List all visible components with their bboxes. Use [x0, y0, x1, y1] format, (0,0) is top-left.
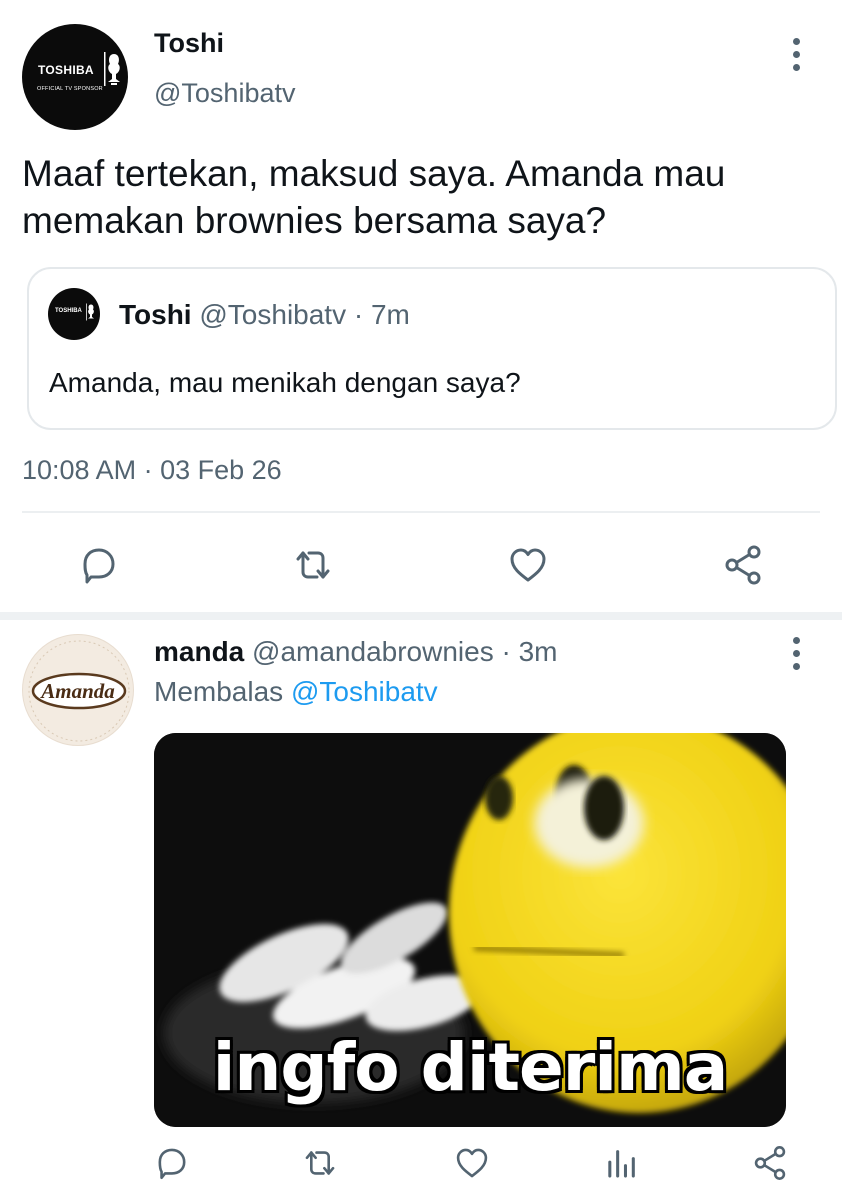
avatar-brand: TOSHIBA [55, 308, 82, 314]
tweet-text-line: memakan brownies bersama saya? [22, 200, 607, 241]
avatar-brand: Amanda [41, 679, 115, 703]
analytics-icon[interactable] [602, 1143, 642, 1183]
author-avatar[interactable]: TOSHIBA OFFICIAL TV SPONSOR [22, 24, 128, 130]
quoted-tweet[interactable]: TOSHIBA Toshi @Toshibatv · 7m Amanda, ma… [27, 267, 837, 430]
meme-caption: ingfo diterima [212, 1029, 729, 1106]
divider [22, 511, 820, 513]
quoted-tweet-text: Amanda, mau menikah dengan saya? [49, 367, 521, 398]
more-options-icon[interactable] [779, 633, 813, 673]
quoted-author-avatar: TOSHIBA [48, 288, 100, 340]
tweet-text-line: Maaf tertekan, maksud saya. Amanda mau [22, 153, 726, 194]
retweet-icon[interactable] [290, 542, 336, 588]
trophy-icon [104, 52, 120, 86]
more-options-icon[interactable] [779, 34, 813, 74]
quoted-tweet-header: Toshi @Toshibatv · 7m [119, 299, 410, 331]
quoted-author-name: Toshi [119, 299, 192, 330]
tweet-timestamp[interactable]: 10:08 AM · 03 Feb 26 [22, 455, 282, 486]
replying-to: Membalas @Toshibatv [154, 676, 438, 708]
like-icon[interactable] [452, 1143, 492, 1183]
author-name[interactable]: Toshi [154, 28, 224, 59]
reply-icon[interactable] [76, 542, 122, 588]
replying-to-mention[interactable]: @Toshibatv [291, 676, 438, 707]
retweet-icon[interactable] [300, 1143, 340, 1183]
reply-author-meta[interactable]: @amandabrownies · 3m [252, 636, 557, 667]
share-icon[interactable] [720, 542, 766, 588]
replying-to-prefix: Membalas [154, 676, 284, 707]
reply-author-name[interactable]: manda [154, 636, 244, 667]
section-separator [0, 612, 842, 620]
avatar-brand: TOSHIBA [38, 63, 94, 77]
reply-header: manda @amandabrownies · 3m [154, 636, 557, 668]
trophy-icon [86, 303, 94, 321]
reply-icon[interactable] [152, 1143, 192, 1183]
reply-author-avatar[interactable]: Amanda [22, 634, 134, 746]
author-handle[interactable]: @Toshibatv [154, 78, 295, 109]
main-tweet: TOSHIBA OFFICIAL TV SPONSOR Toshi @Toshi… [0, 0, 842, 610]
tweet-text: Maaf tertekan, maksud saya. Amanda mau m… [22, 150, 822, 244]
share-icon[interactable] [750, 1143, 790, 1183]
like-icon[interactable] [505, 542, 551, 588]
quoted-author-meta: @Toshibatv · 7m [199, 299, 410, 330]
avatar-tagline: OFFICIAL TV SPONSOR [37, 86, 103, 92]
meme-image[interactable]: ingfo diterima [154, 733, 786, 1127]
